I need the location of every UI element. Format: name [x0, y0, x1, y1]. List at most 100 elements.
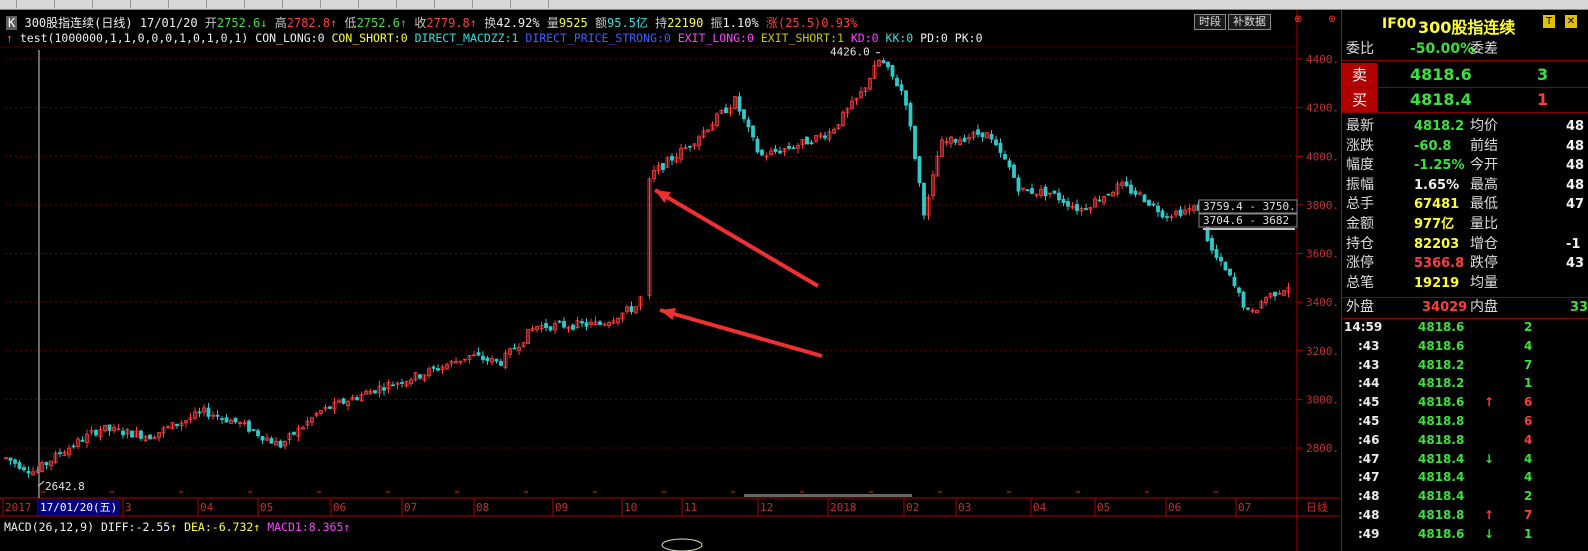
- sell-row: 卖 4818.6 3: [1342, 63, 1588, 88]
- candle-down: [220, 418, 224, 420]
- zoom-out-icon[interactable]: [156, 0, 169, 8]
- candle-down: [1012, 164, 1016, 178]
- candle-down: [751, 125, 755, 138]
- period-button[interactable]: 时段: [1194, 14, 1226, 30]
- pd-value: PD:0: [920, 31, 948, 45]
- weicha-label: 委差: [1470, 41, 1498, 57]
- candle-down: [17, 462, 22, 469]
- outer-inner-row: 外盘 34029 内盘 33: [1342, 297, 1588, 319]
- buy-price[interactable]: 4818.4: [1410, 90, 1472, 109]
- candle-down: [1246, 307, 1250, 310]
- x-badge[interactable]: ✕: [1565, 15, 1577, 28]
- low-value: 2752.6: [356, 16, 400, 30]
- chart-area[interactable]: 4400.0 4200.0 4000.0 3800.0 3600.0 3400.0 3200…: [0, 10, 1340, 551]
- cursor-icon[interactable]: [232, 0, 245, 8]
- stat-label: 最新: [1346, 118, 1374, 134]
- trade-row: :43 4818.6 4: [1342, 337, 1588, 356]
- indicator-icon[interactable]: [498, 0, 511, 8]
- x-tick-label: 06: [333, 501, 346, 514]
- candle-down: [1057, 192, 1061, 201]
- stat-value: 82203: [1414, 236, 1460, 252]
- delete-icon[interactable]: [460, 0, 473, 8]
- zoom-in-icon[interactable]: [118, 0, 131, 8]
- event-marker: ≈: [316, 488, 322, 496]
- candle-down: [953, 138, 958, 143]
- trade-time: :47: [1358, 470, 1380, 485]
- candle-down: [580, 321, 584, 324]
- range-box-label: 3759.4 - 3750.: [1203, 200, 1296, 213]
- event-marker: ≈: [1144, 488, 1150, 496]
- trade-row: :48 4818.8 ↑ 7: [1342, 506, 1588, 525]
- stat-row: 最新 4818.2 均价 48: [1342, 117, 1588, 137]
- candle-down: [269, 438, 274, 444]
- stat-label: 最高: [1470, 176, 1498, 193]
- candle-down: [485, 357, 490, 361]
- event-marker: ≈: [592, 488, 598, 496]
- rect-icon[interactable]: [346, 0, 359, 8]
- template-icon[interactable]: [536, 0, 549, 8]
- kline-badge[interactable]: K: [6, 16, 18, 30]
- candle-down: [1124, 181, 1129, 187]
- stat-label: 最低: [1470, 196, 1498, 213]
- candle-down: [1151, 203, 1156, 206]
- low-label: 低: [344, 16, 357, 30]
- kline-chart[interactable]: 4400.0 4200.0 4000.0 3800.0 3600.0 3400.0 3200…: [0, 10, 1340, 551]
- event-marker: ≈: [454, 488, 460, 496]
- t-badge[interactable]: T: [1543, 15, 1555, 28]
- stat-value: 48: [1566, 158, 1585, 174]
- candle-down: [1165, 216, 1169, 218]
- pan-icon[interactable]: [80, 0, 93, 8]
- x-axis: 2017 17/01/20(五) 3 04 05 06 07 08 09 10 11 12 2018 02…: [2, 498, 1251, 516]
- horizontal-scrollbar[interactable]: [744, 494, 912, 497]
- trade-price: 4818.6: [1418, 338, 1465, 353]
- candle-down: [278, 440, 283, 448]
- supplement-data-button[interactable]: 补数据: [1228, 14, 1271, 30]
- candle-down: [476, 352, 481, 356]
- candle-down: [44, 462, 49, 466]
- event-marker: ≈: [937, 488, 943, 496]
- copy-icon[interactable]: [422, 0, 435, 8]
- macd-name[interactable]: MACD(26,12,9): [4, 520, 94, 534]
- draw-line-icon[interactable]: [270, 0, 283, 8]
- candle-down: [989, 133, 994, 140]
- stat-label: 振幅: [1346, 176, 1374, 193]
- stat-label: 持仓: [1346, 235, 1374, 252]
- trade-row: :45 4818.8 6: [1342, 412, 1588, 431]
- gear-icon[interactable]: [194, 0, 207, 8]
- trade-price: 4818.6: [1418, 320, 1465, 334]
- x-tick-label: 2017: [5, 501, 32, 514]
- arrow-down-icon: ↓: [260, 16, 268, 30]
- event-marker: ≈: [1213, 488, 1219, 496]
- candle-down: [571, 324, 575, 330]
- sell-price[interactable]: 4818.6: [1410, 65, 1472, 84]
- trade-row: :44 4818.2 1: [1342, 374, 1588, 393]
- candle-down: [1147, 199, 1151, 206]
- direct-price-strong: DIRECT_PRICE_STRONG:0: [525, 31, 671, 45]
- stat-row: 持仓 82203 增仓 -1: [1342, 235, 1588, 255]
- y-tick-label: 4400.0: [1306, 53, 1340, 66]
- play-icon[interactable]: [42, 0, 55, 8]
- x-tick-label: 08: [476, 501, 489, 514]
- candle-down: [139, 430, 143, 439]
- stat-label: 总笔: [1346, 274, 1374, 291]
- expand-icon[interactable]: ⊕: [1328, 14, 1338, 26]
- candle-down: [1066, 201, 1070, 207]
- kline-icon[interactable]: [4, 0, 17, 8]
- y-tick-label: 4000.0: [1306, 150, 1340, 163]
- con-short: CON_SHORT:0: [331, 31, 408, 45]
- settings-icon[interactable]: ⊕: [1294, 14, 1304, 26]
- indicator-name[interactable]: test(1000000,1,1,0,0,0,1,0,1,0,1): [20, 31, 248, 45]
- text-icon[interactable]: [384, 0, 397, 8]
- candle-down: [94, 429, 98, 436]
- buy-volume: 1: [1537, 90, 1549, 109]
- candle-down: [805, 136, 809, 145]
- quote-panel: IF00 300股指连续 T ✕ 委比 -50.00% 委差 卖 4818.6 …: [1341, 10, 1588, 551]
- trade-time: :47: [1358, 451, 1380, 466]
- candle-down: [80, 439, 85, 442]
- candle-down: [980, 132, 985, 138]
- ray-icon[interactable]: [308, 0, 321, 8]
- candle-down: [26, 471, 31, 474]
- candle-down: [904, 90, 908, 106]
- x-tick-label: 3: [125, 501, 132, 514]
- quote-header: K 300股指连续(日线) 17/01/20 开2752.6↓ 高2782.8↑…: [6, 14, 857, 30]
